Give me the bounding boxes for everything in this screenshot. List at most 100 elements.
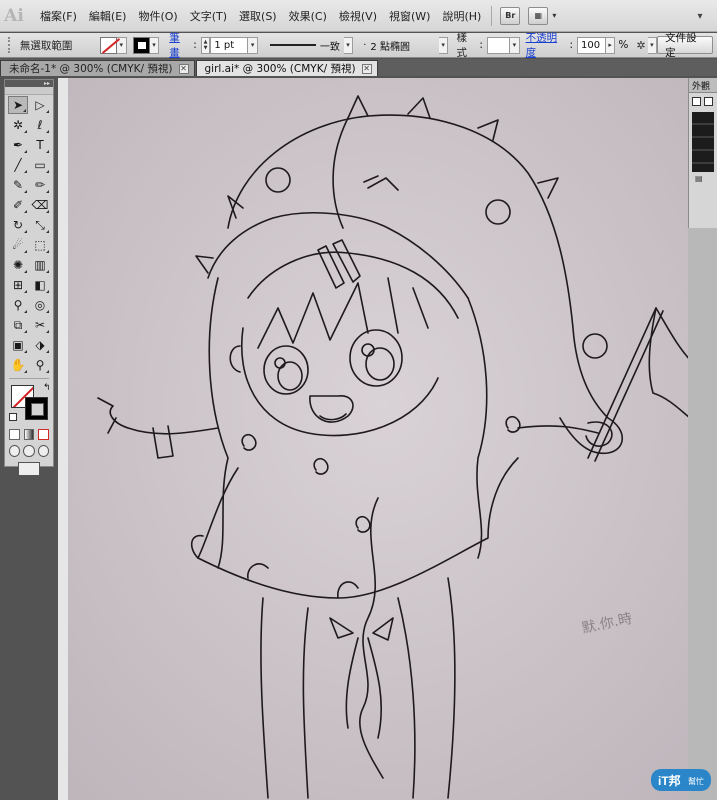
menu-item[interactable]: 說明(H) bbox=[436, 0, 487, 31]
document-tab-girl[interactable]: girl.ai* @ 300% (CMYK/ 預視) ✕ bbox=[195, 60, 378, 76]
artboard-canvas[interactable]: 默.你.時 bbox=[58, 78, 689, 800]
appearance-panel: 外觀 ▤ bbox=[688, 78, 717, 228]
appearance-swatch-list[interactable] bbox=[692, 112, 714, 172]
brush-dropdown-icon[interactable]: ▾ bbox=[438, 36, 449, 54]
tools-panel-header[interactable]: ▸▸ bbox=[5, 80, 53, 87]
menu-item[interactable]: 檢視(V) bbox=[333, 0, 383, 31]
selection-tool-icon[interactable]: ➤ bbox=[8, 96, 28, 114]
stroke-dropdown-icon[interactable]: ▾ bbox=[149, 36, 160, 54]
draw-normal-icon[interactable] bbox=[9, 445, 21, 457]
gradient-tool-icon[interactable]: ◧ bbox=[30, 276, 50, 294]
bridge-button[interactable]: Br bbox=[500, 6, 521, 25]
live-paint-tool-icon[interactable]: ⧉ bbox=[8, 316, 28, 334]
mesh-tool-icon[interactable]: ⊞ bbox=[8, 276, 28, 294]
draw-inside-icon[interactable] bbox=[37, 445, 49, 457]
direct-selection-tool-icon[interactable]: ▷ bbox=[30, 96, 50, 114]
tools-panel-grip[interactable] bbox=[5, 87, 53, 95]
chevron-down-icon[interactable]: ▾ bbox=[552, 11, 556, 20]
menu-item[interactable]: 文字(T) bbox=[184, 0, 233, 31]
stroke-weight-spinner[interactable]: ▲ ▼ bbox=[200, 36, 211, 54]
tools-panel: ▸▸ ➤ ▷ ✲ ℓ ✒ T ╱ ▭ ✎ ✏ ✐ ⌫ ↻ ⤡ ☄ ⬚ ✺ ▥ ⊞ ◧ ⚲ ◎ ⧉ ✂ ▣ ⬗ ✋ ⚲ ↰ bbox=[4, 79, 54, 476]
pen-tool-icon[interactable]: ✒ bbox=[8, 136, 28, 154]
tool-grid: ➤ ▷ ✲ ℓ ✒ T ╱ ▭ ✎ ✏ ✐ ⌫ ↻ ⤡ ☄ ⬚ ✺ ▥ ⊞ ◧ ⚲ ◎ ⧉ ✂ ▣ ⬗ ✋ ⚲ bbox=[5, 95, 53, 375]
style-dropdown-icon[interactable]: ▾ bbox=[510, 36, 520, 54]
profile-dropdown-icon[interactable]: ▾ bbox=[343, 36, 354, 54]
control-bar: 無選取範圍 ▾ ▾ 筆畫: ▲ ▼ 1 pt ▾ 一致 ▾ · 2 點橢圓 ▾ 樣… bbox=[0, 30, 717, 60]
tool-row: ✺ ▥ bbox=[5, 255, 53, 275]
draw-mode-row bbox=[5, 442, 53, 460]
blob-brush-tool-icon[interactable]: ✐ bbox=[8, 196, 28, 214]
menu-item[interactable]: 檔案(F) bbox=[34, 0, 83, 31]
brush-dot-icon: · bbox=[363, 39, 367, 51]
none-mode-icon[interactable] bbox=[38, 429, 50, 440]
recolor-artwork-icon[interactable]: ✲ bbox=[636, 39, 645, 52]
free-transform-tool-icon[interactable]: ⬚ bbox=[30, 236, 50, 254]
symbol-sprayer-tool-icon[interactable]: ✺ bbox=[8, 256, 28, 274]
draw-behind-icon[interactable] bbox=[23, 445, 35, 457]
zoom-tool-icon[interactable]: ⚲ bbox=[30, 356, 50, 374]
opacity-dropdown-icon[interactable]: ▸ bbox=[605, 36, 616, 54]
pencil-tool-icon[interactable]: ✏ bbox=[30, 176, 50, 194]
line-preview bbox=[269, 44, 316, 46]
slice-tool-icon[interactable]: ✂ bbox=[30, 316, 50, 334]
swap-fill-stroke-icon[interactable]: ↰ bbox=[43, 383, 51, 393]
fill-stroke-control[interactable]: ↰ bbox=[9, 383, 53, 427]
document-tab-untitled[interactable]: 未命名-1* @ 300% (CMYK/ 預視) ✕ bbox=[0, 60, 195, 76]
stroke-weight-field[interactable]: 1 pt bbox=[210, 36, 249, 54]
graphic-style-swatch[interactable] bbox=[486, 36, 511, 54]
screen-mode-icon[interactable] bbox=[18, 462, 40, 476]
arrange-documents-button[interactable]: ▦ bbox=[528, 6, 549, 25]
opacity-panel-link[interactable]: 不透明度 bbox=[526, 30, 566, 60]
artboard-tool-icon[interactable]: ▣ bbox=[8, 336, 28, 354]
slice-select-tool-icon[interactable]: ⬗ bbox=[30, 336, 50, 354]
variable-width-profile-dropdown[interactable]: 一致 bbox=[266, 37, 344, 54]
brush-definition-dropdown[interactable]: · 2 點橢圓 bbox=[359, 37, 439, 54]
tab-label: 未命名-1* @ 300% (CMYK/ 預視) bbox=[9, 63, 173, 75]
lasso-tool-icon[interactable]: ℓ bbox=[30, 116, 50, 134]
tool-row: ✒ T bbox=[5, 135, 53, 155]
menu-separator bbox=[491, 5, 493, 26]
menu-item[interactable]: 選取(S) bbox=[233, 0, 283, 31]
appearance-icon-row bbox=[689, 93, 717, 110]
ithome-watermark-logo: iT邦 幫忙 bbox=[651, 769, 711, 791]
appearance-footer-icon[interactable]: ▤ bbox=[689, 174, 717, 183]
appearance-path-icon[interactable] bbox=[692, 97, 701, 106]
document-setup-button[interactable]: 文件設定 bbox=[657, 32, 713, 59]
appearance-tab[interactable]: 外觀 bbox=[689, 78, 717, 93]
stroke-color-box[interactable] bbox=[25, 397, 48, 420]
menu-item[interactable]: 效果(C) bbox=[283, 0, 333, 31]
control-bar-grip[interactable] bbox=[8, 37, 12, 53]
close-icon[interactable]: ✕ bbox=[361, 63, 372, 74]
color-mode-icon[interactable] bbox=[9, 429, 20, 440]
eyedropper-tool-icon[interactable]: ⚲ bbox=[8, 296, 28, 314]
menu-item[interactable]: 編輯(E) bbox=[83, 0, 133, 31]
stroke-panel-link[interactable]: 筆畫 bbox=[169, 30, 189, 60]
hand-tool-icon[interactable]: ✋ bbox=[8, 356, 28, 374]
magic-wand-tool-icon[interactable]: ✲ bbox=[8, 116, 28, 134]
close-icon[interactable]: ✕ bbox=[178, 63, 189, 74]
scale-tool-icon[interactable]: ⤡ bbox=[30, 216, 50, 234]
rotate-tool-icon[interactable]: ↻ bbox=[8, 216, 28, 234]
fill-swatch[interactable] bbox=[99, 36, 118, 54]
type-tool-icon[interactable]: T bbox=[30, 136, 50, 154]
warp-tool-icon[interactable]: ☄ bbox=[8, 236, 28, 254]
menu-item[interactable]: 物件(O) bbox=[132, 0, 183, 31]
stroke-weight-dropdown-icon[interactable]: ▾ bbox=[248, 36, 258, 54]
menu-item[interactable]: 視窗(W) bbox=[383, 0, 436, 31]
appearance-stroke-icon[interactable] bbox=[704, 97, 713, 106]
recolor-dropdown-icon[interactable]: ▾ bbox=[647, 36, 658, 54]
column-graph-tool-icon[interactable]: ▥ bbox=[30, 256, 50, 274]
line-segment-tool-icon[interactable]: ╱ bbox=[8, 156, 28, 174]
rectangle-tool-icon[interactable]: ▭ bbox=[30, 156, 50, 174]
gradient-mode-icon[interactable] bbox=[23, 429, 35, 440]
paintbrush-tool-icon[interactable]: ✎ bbox=[8, 176, 28, 194]
girl-line-drawing: 默.你.時 bbox=[68, 78, 689, 800]
watermark-brand: iT邦 bbox=[658, 773, 681, 788]
opacity-input[interactable]: 100 bbox=[577, 36, 606, 54]
stroke-swatch[interactable] bbox=[132, 36, 150, 54]
blend-tool-icon[interactable]: ◎ bbox=[30, 296, 50, 314]
tool-row: ↻ ⤡ bbox=[5, 215, 53, 235]
workspace-switcher-icon[interactable]: ▾ bbox=[693, 6, 707, 26]
default-fill-stroke-icon[interactable] bbox=[9, 413, 17, 421]
eraser-tool-icon[interactable]: ⌫ bbox=[30, 196, 50, 214]
